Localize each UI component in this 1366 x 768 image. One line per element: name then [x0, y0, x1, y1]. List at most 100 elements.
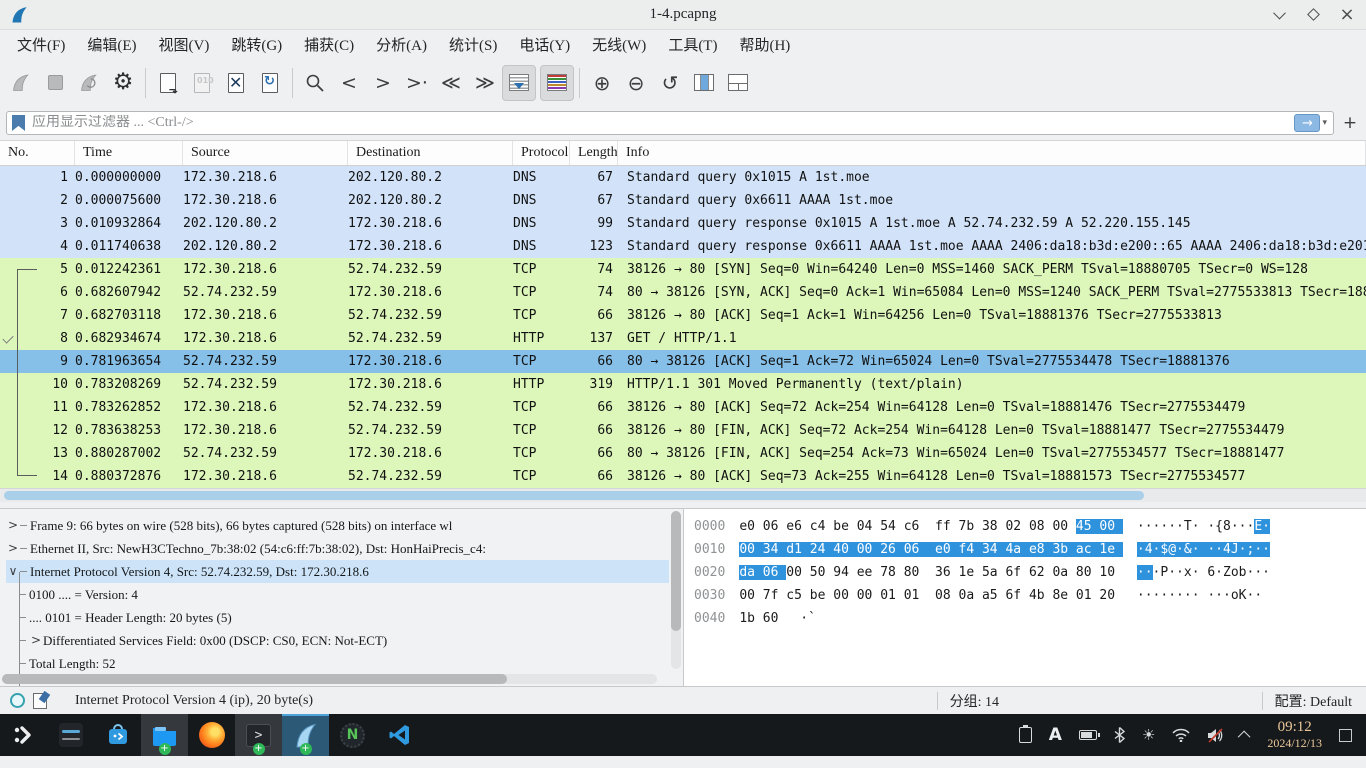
hex-byte[interactable]: c6 [904, 519, 935, 534]
close-icon[interactable]: × [1338, 6, 1356, 24]
wifi-icon[interactable] [1172, 728, 1190, 742]
colorize-icon[interactable] [540, 65, 574, 101]
maximize-icon[interactable] [1304, 6, 1322, 24]
hex-byte[interactable]: 6f [1005, 565, 1028, 580]
hex-byte[interactable]: 36 [935, 565, 958, 580]
hex-byte[interactable]: 26 [880, 542, 903, 557]
detail-line-5[interactable]: >Differentiated Services Field: 0x00 (DS… [19, 629, 669, 652]
hex-byte[interactable]: 01 [904, 588, 935, 603]
packet-row-6[interactable]: 60.68260794252.74.232.59172.30.218.6TCP7… [0, 281, 1366, 304]
discover-store-icon[interactable] [94, 714, 141, 756]
hex-byte[interactable]: a5 [982, 588, 1005, 603]
hex-row-0010[interactable]: 001000 34 d1 24 40 00 26 06 e0 f4 34 4a … [694, 538, 1366, 561]
detail-line-1[interactable]: >Ethernet II, Src: NewH3CTechno_7b:38:02… [6, 537, 669, 560]
hex-byte[interactable]: e0 [739, 519, 762, 534]
expert-info-icon[interactable] [10, 693, 25, 708]
collapsed-icon[interactable]: > [6, 537, 20, 560]
detail-line-3[interactable]: 0100 .... = Version: 4 [19, 583, 669, 606]
packet-row-14[interactable]: 140.880372876172.30.218.652.74.232.59TCP… [0, 465, 1366, 488]
battery-icon[interactable] [1079, 730, 1097, 740]
packet-row-11[interactable]: 110.783262852172.30.218.652.74.232.59TCP… [0, 396, 1366, 419]
last-packet-icon[interactable]: ≫ [468, 65, 502, 101]
hex-byte[interactable]: 62 [1029, 565, 1052, 580]
layout-icon[interactable] [721, 65, 755, 101]
collapsed-icon[interactable]: > [29, 629, 43, 652]
detail-line-0[interactable]: >Frame 9: 66 bytes on wire (528 bits), 6… [6, 514, 669, 537]
packet-list-hscrollbar[interactable] [0, 488, 1366, 502]
menu-item-10[interactable]: 帮助(H) [728, 31, 801, 58]
hex-byte[interactable]: 50 [810, 565, 833, 580]
resize-columns-icon[interactable] [687, 65, 721, 101]
hex-byte[interactable]: 3b [1052, 542, 1075, 557]
hex-byte[interactable]: 08 [935, 588, 958, 603]
packet-row-10[interactable]: 100.78320826952.74.232.59172.30.218.6HTT… [0, 373, 1366, 396]
hex-byte[interactable]: 00 [1052, 519, 1075, 534]
previous-packet-icon[interactable]: < [332, 65, 366, 101]
hex-byte[interactable]: 06 [904, 542, 935, 557]
hex-byte[interactable]: 1e [959, 565, 982, 580]
hex-byte[interactable]: 0a [959, 588, 982, 603]
konsole-terminal-icon[interactable]: > + [235, 714, 282, 756]
save-file-icon[interactable]: 010 [185, 65, 219, 101]
detail-line-4[interactable]: .... 0101 = Header Length: 20 bytes (5) [19, 606, 669, 629]
column-header-length[interactable]: Length [570, 141, 618, 165]
detail-line-2[interactable]: ∨Internet Protocol Version 4, Src: 52.74… [6, 560, 669, 583]
hex-byte[interactable]: 00 [739, 588, 762, 603]
column-header-destination[interactable]: Destination [348, 141, 513, 165]
hex-byte[interactable]: 00 [857, 588, 880, 603]
apply-filter-icon[interactable]: → [1294, 114, 1320, 132]
close-file-icon[interactable]: ✕ [219, 65, 253, 101]
neovim-icon[interactable]: N [329, 714, 376, 756]
hex-row-0000[interactable]: 0000e0 06 e6 c4 be 04 54 c6 ff 7b 38 02 … [694, 515, 1366, 538]
hex-byte[interactable]: 38 [982, 519, 1005, 534]
packet-row-3[interactable]: 30.010932864202.120.80.2172.30.218.6DNS9… [0, 212, 1366, 235]
menu-item-6[interactable]: 统计(S) [438, 31, 508, 58]
hex-row-0030[interactable]: 003000 7f c5 be 00 00 01 01 08 0a a5 6f … [694, 584, 1366, 607]
expand-tray-icon[interactable] [1241, 731, 1250, 740]
hex-byte[interactable]: 24 [810, 542, 833, 557]
hex-byte[interactable]: ee [857, 565, 880, 580]
hex-byte[interactable]: 04 [857, 519, 880, 534]
capture-options-gear-icon[interactable]: ⚙ [106, 65, 140, 101]
wireshark-taskbar-icon[interactable]: + [282, 714, 329, 756]
column-header-time[interactable]: Time [75, 141, 183, 165]
hex-byte[interactable]: 01 [1076, 588, 1099, 603]
vscode-icon[interactable] [376, 714, 423, 756]
status-profile[interactable]: 配置: Default [1275, 691, 1366, 711]
hex-byte[interactable]: 34 [982, 542, 1005, 557]
filter-dropdown-caret-icon[interactable]: ▾ [1322, 118, 1327, 128]
hex-byte[interactable]: 06 [763, 565, 786, 580]
dolphin-file-manager-icon[interactable]: + [141, 714, 188, 756]
filter-bookmark-icon[interactable] [12, 115, 25, 131]
menu-item-7[interactable]: 电话(Y) [508, 31, 581, 58]
hex-byte[interactable]: c5 [786, 588, 809, 603]
hex-row-0020[interactable]: 0020da 06 00 50 94 ee 78 80 36 1e 5a 6f … [694, 561, 1366, 584]
hex-byte[interactable]: 00 [786, 565, 809, 580]
hex-byte[interactable]: 1e [1099, 542, 1122, 557]
show-desktop-icon[interactable] [1339, 729, 1352, 742]
packet-row-1[interactable]: 10.000000000172.30.218.6202.120.80.2DNS6… [0, 166, 1366, 189]
hex-byte[interactable]: 60 [763, 611, 786, 626]
display-filter-box[interactable]: → ▾ [6, 111, 1334, 135]
zoom-in-icon[interactable]: ⊕ [585, 65, 619, 101]
packet-row-5[interactable]: 50.012242361172.30.218.652.74.232.59TCP7… [0, 258, 1366, 281]
hex-byte[interactable]: 94 [833, 565, 856, 580]
reload-file-icon[interactable]: ↻ [253, 65, 287, 101]
hex-byte[interactable]: f4 [959, 542, 982, 557]
menu-item-9[interactable]: 工具(T) [657, 31, 728, 58]
menu-item-1[interactable]: 编辑(E) [76, 31, 147, 58]
hex-byte[interactable]: 08 [1029, 519, 1052, 534]
hex-byte[interactable]: c4 [810, 519, 833, 534]
hex-byte[interactable]: 8e [1052, 588, 1075, 603]
packet-row-7[interactable]: 70.682703118172.30.218.652.74.232.59TCP6… [0, 304, 1366, 327]
packet-row-8[interactable]: 80.682934674172.30.218.652.74.232.59HTTP… [0, 327, 1366, 350]
expanded-icon[interactable]: ∨ [6, 560, 20, 583]
hex-byte[interactable]: 10 [1099, 565, 1122, 580]
restart-capture-fin-icon[interactable] [72, 65, 106, 101]
packet-row-2[interactable]: 20.000075600172.30.218.6202.120.80.2DNS6… [0, 189, 1366, 212]
auto-scroll-icon[interactable] [502, 65, 536, 101]
next-packet-icon[interactable]: > [366, 65, 400, 101]
hex-byte[interactable]: e6 [786, 519, 809, 534]
column-header-info[interactable]: Info [618, 141, 1366, 165]
hex-byte[interactable]: 00 [739, 542, 762, 557]
